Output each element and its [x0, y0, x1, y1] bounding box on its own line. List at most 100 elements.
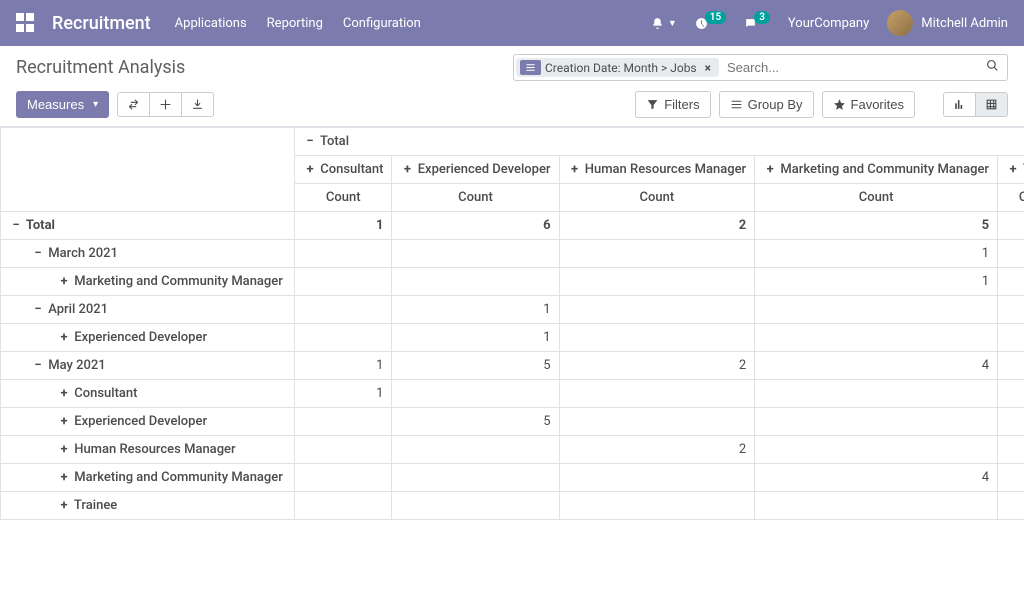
count-header: Count: [755, 184, 998, 212]
pivot-cell: [295, 296, 392, 324]
chat-icon[interactable]: 3: [744, 17, 770, 30]
pivot-cell: [998, 240, 1024, 268]
nav-reporting[interactable]: Reporting: [267, 16, 323, 31]
pivot-cell: [392, 492, 559, 520]
row-header[interactable]: + Experienced Developer: [1, 408, 295, 436]
user-menu[interactable]: Mitchell Admin: [887, 10, 1008, 36]
pivot-cell: 1: [392, 296, 559, 324]
row-header[interactable]: − Total: [1, 212, 295, 240]
pivot-cell: [559, 380, 755, 408]
pivot-cell: [559, 408, 755, 436]
pivot-cell: [998, 492, 1024, 520]
pivot-cell: [559, 240, 755, 268]
row-header[interactable]: + Marketing and Community Manager: [1, 464, 295, 492]
expand-icon[interactable]: +: [57, 470, 71, 485]
pivot-cell: [559, 492, 755, 520]
nav-configuration[interactable]: Configuration: [343, 16, 421, 31]
flip-axis-button[interactable]: [117, 92, 150, 117]
facet-remove-icon[interactable]: ×: [701, 61, 715, 75]
favorites-button[interactable]: Favorites: [822, 91, 915, 118]
groupby-button[interactable]: Group By: [719, 91, 814, 118]
measures-button[interactable]: Measures: [16, 91, 109, 118]
collapse-icon[interactable]: −: [31, 246, 45, 261]
nav-applications[interactable]: Applications: [175, 16, 247, 31]
filters-button[interactable]: Filters: [635, 91, 710, 118]
col-header[interactable]: + Trainee: [998, 156, 1024, 184]
pivot-cell: [392, 464, 559, 492]
expand-icon[interactable]: +: [57, 330, 71, 345]
pivot-cell: [755, 436, 998, 464]
pivot-cell: [998, 408, 1024, 436]
pivot-cell: [755, 492, 998, 520]
notifications-icon[interactable]: ▼: [651, 17, 677, 30]
pivot-corner: [1, 128, 295, 212]
search-icon[interactable]: [978, 55, 1007, 80]
search-facet: Creation Date: Month > Jobs ×: [516, 58, 719, 77]
activity-icon[interactable]: 15: [695, 17, 726, 30]
pivot-cell: [998, 296, 1024, 324]
pivot-cell: [998, 212, 1024, 240]
col-total-header[interactable]: − Total: [295, 128, 1024, 156]
row-header[interactable]: − May 2021: [1, 352, 295, 380]
graph-view-button[interactable]: [943, 92, 976, 117]
expand-icon[interactable]: +: [57, 442, 71, 457]
expand-icon[interactable]: +: [1006, 162, 1020, 177]
user-name: Mitchell Admin: [921, 16, 1008, 31]
col-header[interactable]: + Consultant: [295, 156, 392, 184]
row-header[interactable]: + Consultant: [1, 380, 295, 408]
expand-all-button[interactable]: [149, 92, 182, 117]
search-input[interactable]: [721, 56, 978, 79]
expand-icon[interactable]: +: [57, 498, 71, 513]
count-header: Count: [295, 184, 392, 212]
pivot-cell: [755, 380, 998, 408]
pivot-cell: [998, 380, 1024, 408]
groupby-facet-icon: [520, 60, 541, 75]
row-header[interactable]: + Experienced Developer: [1, 324, 295, 352]
expand-icon[interactable]: +: [57, 386, 71, 401]
row-header[interactable]: − April 2021: [1, 296, 295, 324]
collapse-icon[interactable]: −: [9, 218, 23, 233]
pivot-cell: [559, 268, 755, 296]
facet-text: Creation Date: Month > Jobs: [545, 61, 697, 75]
collapse-icon[interactable]: −: [31, 302, 45, 317]
expand-icon[interactable]: +: [400, 162, 414, 177]
collapse-icon[interactable]: −: [303, 134, 317, 149]
download-button[interactable]: [181, 92, 214, 117]
pivot-cell: [755, 324, 998, 352]
col-header[interactable]: + Experienced Developer: [392, 156, 559, 184]
pivot-cell: [559, 464, 755, 492]
row-header[interactable]: + Trainee: [1, 492, 295, 520]
col-header[interactable]: + Marketing and Community Manager: [755, 156, 998, 184]
pivot-cell: 5: [755, 212, 998, 240]
pivot-cell: [559, 324, 755, 352]
expand-icon[interactable]: +: [57, 414, 71, 429]
pivot-cell: [295, 324, 392, 352]
navbar: Recruitment Applications Reporting Confi…: [0, 0, 1024, 46]
row-header[interactable]: + Human Resources Manager: [1, 436, 295, 464]
pivot-cell: 2: [559, 352, 755, 380]
pivot-cell: [755, 408, 998, 436]
expand-icon[interactable]: +: [568, 162, 582, 177]
expand-icon[interactable]: +: [57, 274, 71, 289]
company-switcher[interactable]: YourCompany: [788, 16, 869, 31]
pivot-cell: 1: [755, 240, 998, 268]
row-header[interactable]: + Marketing and Community Manager: [1, 268, 295, 296]
pivot-cell: [998, 268, 1024, 296]
pivot-cell: [295, 268, 392, 296]
apps-menu-icon[interactable]: [16, 13, 36, 33]
search-box[interactable]: Creation Date: Month > Jobs ×: [513, 54, 1008, 81]
col-header[interactable]: + Human Resources Manager: [559, 156, 755, 184]
pivot-view-button[interactable]: [975, 92, 1008, 117]
pivot-cell: [295, 240, 392, 268]
pivot-cell: 1: [392, 324, 559, 352]
row-header[interactable]: − March 2021: [1, 240, 295, 268]
pivot-cell: [998, 464, 1024, 492]
control-panel: Recruitment Analysis Creation Date: Mont…: [0, 46, 1024, 127]
app-title[interactable]: Recruitment: [52, 13, 151, 34]
expand-icon[interactable]: +: [303, 162, 317, 177]
expand-icon[interactable]: +: [763, 162, 777, 177]
company-name: YourCompany: [788, 16, 869, 31]
collapse-icon[interactable]: −: [31, 358, 45, 373]
page-title: Recruitment Analysis: [16, 57, 185, 78]
pivot-cell: [295, 464, 392, 492]
